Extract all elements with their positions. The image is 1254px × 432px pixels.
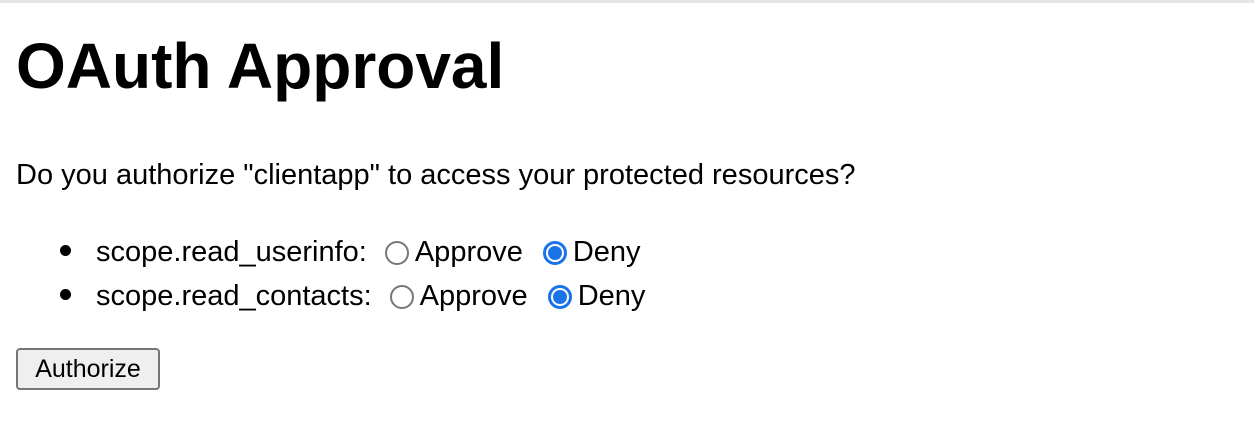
approve-option[interactable]: Approve xyxy=(389,276,528,316)
approve-option[interactable]: Approve xyxy=(384,232,523,272)
page-title: OAuth Approval xyxy=(16,30,505,102)
deny-option[interactable]: Deny xyxy=(547,276,646,316)
approve-radio[interactable] xyxy=(384,241,409,265)
approve-label[interactable]: Approve xyxy=(415,232,523,272)
deny-label[interactable]: Deny xyxy=(573,232,641,272)
authorize-button[interactable]: Authorize xyxy=(16,348,160,390)
approve-label[interactable]: Approve xyxy=(420,276,528,316)
scope-label: scope.read_contacts: xyxy=(96,280,372,312)
scope-list: scope.read_userinfo: Approve Deny scope.… xyxy=(16,230,665,318)
deny-radio[interactable] xyxy=(542,241,567,265)
top-divider xyxy=(0,0,1254,3)
scope-item-read-userinfo: scope.read_userinfo: Approve Deny xyxy=(16,230,665,274)
scope-label: scope.read_userinfo: xyxy=(96,236,367,268)
scope-item-read-contacts: scope.read_contacts: Approve Deny xyxy=(16,274,665,318)
deny-radio[interactable] xyxy=(547,285,572,309)
authorization-question: Do you authorize "clientapp" to access y… xyxy=(16,159,856,191)
deny-option[interactable]: Deny xyxy=(542,232,641,272)
bullet-icon xyxy=(60,245,71,256)
bullet-icon xyxy=(60,289,71,300)
deny-label[interactable]: Deny xyxy=(578,276,646,316)
approve-radio[interactable] xyxy=(389,285,414,309)
